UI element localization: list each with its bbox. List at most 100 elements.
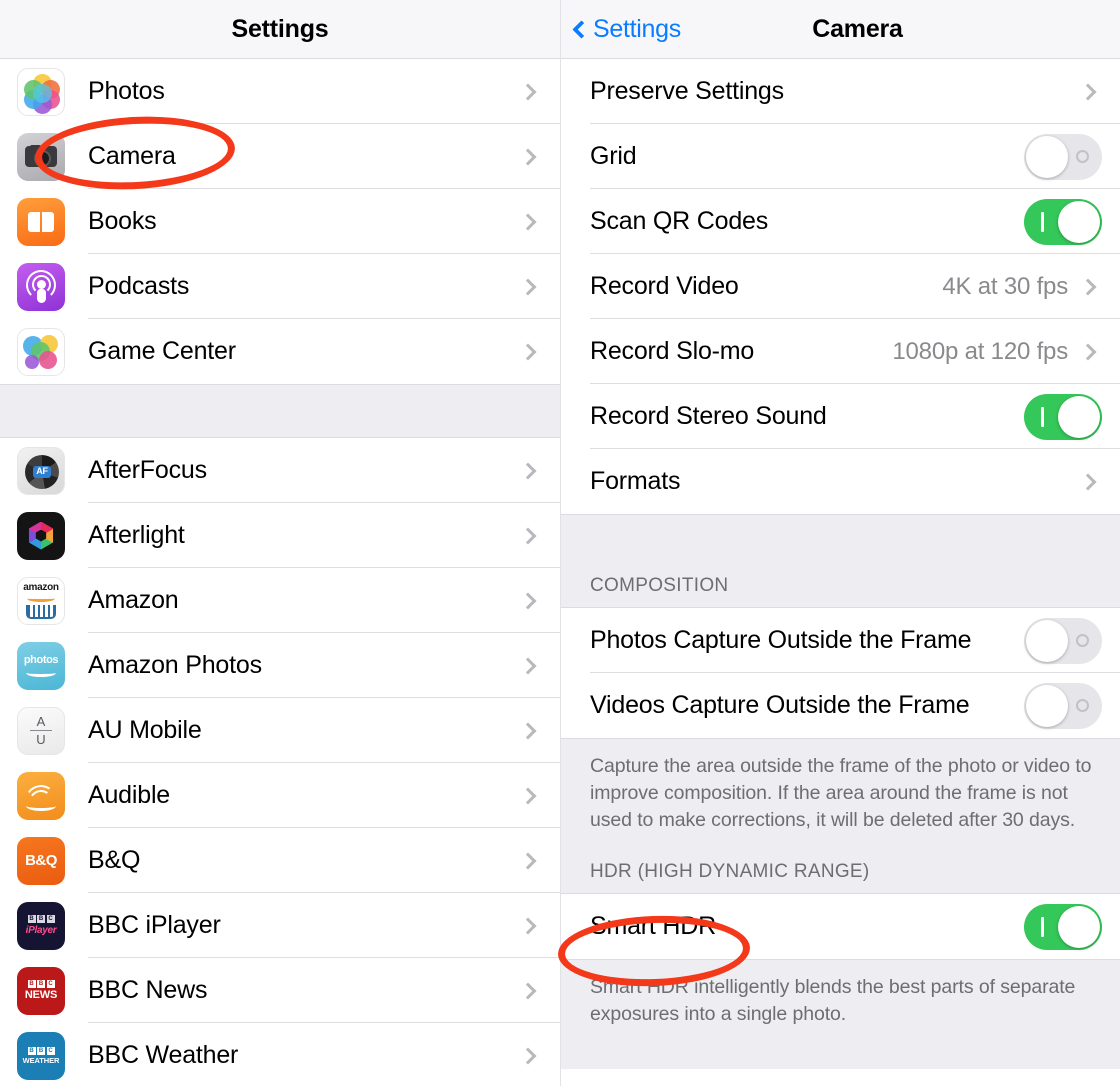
bbc-block-b: B: [27, 915, 36, 923]
back-button-label: Settings: [593, 14, 681, 43]
settings-row-au-mobile[interactable]: A U AU Mobile: [0, 698, 560, 763]
settings-row-label: Record Slo-mo: [590, 337, 755, 365]
amazon-cart-icon: [26, 604, 56, 619]
section-separator: [0, 384, 560, 438]
settings-row-label: Amazon Photos: [88, 651, 262, 679]
settings-row-label: Game Center: [88, 337, 236, 365]
settings-navbar: Settings: [0, 0, 560, 59]
settings-row-afterlight[interactable]: Afterlight: [0, 503, 560, 568]
settings-row-label: Formats: [590, 467, 681, 495]
settings-row-label: BBC Weather: [88, 1041, 239, 1069]
settings-row-label: AU Mobile: [88, 716, 202, 744]
au-top-letter: A: [36, 713, 46, 729]
bbc-blocks-icon: B B C: [27, 980, 55, 988]
chevron-left-icon: [572, 19, 591, 39]
camera-row-preserve-settings[interactable]: Preserve Settings: [561, 59, 1120, 124]
settings-row-game-center[interactable]: Game Center: [0, 319, 560, 384]
bbc-block-b: B: [27, 1046, 36, 1055]
weather-wordmark: WEATHER: [22, 1055, 60, 1065]
chevron-right-icon: [519, 343, 537, 360]
settings-row-audible[interactable]: Audible: [0, 763, 560, 828]
camera-row-photos-capture-outside-frame[interactable]: Photos Capture Outside the Frame: [561, 608, 1120, 673]
composition-section: Photos Capture Outside the Frame Videos …: [561, 608, 1120, 738]
camera-settings-detail-panel: Settings Camera Preserve Settings Grid S…: [560, 0, 1120, 1086]
ios-settings-split-view: Settings Photos Camera Books Podcasts Ga…: [0, 0, 1120, 1086]
toggle-on-marker-icon: [1041, 406, 1044, 427]
chevron-right-icon: [519, 83, 537, 100]
camera-row-smart-hdr[interactable]: Smart HDR: [561, 894, 1120, 959]
camera-row-formats[interactable]: Formats: [561, 449, 1120, 514]
detail-page-title: Camera: [812, 14, 903, 43]
videos-capture-outside-frame-toggle[interactable]: [1024, 682, 1102, 729]
grid-toggle[interactable]: [1024, 133, 1102, 180]
hdr-section: Smart HDR: [561, 894, 1120, 959]
settings-row-amazon-photos[interactable]: photos Amazon Photos: [0, 633, 560, 698]
settings-row-label: BBC iPlayer: [88, 911, 221, 939]
bbc-block-b: B: [27, 980, 36, 988]
hdr-footer-area: Smart HDR intelligently blends the best …: [561, 959, 1120, 1069]
settings-row-bbc-weather[interactable]: B B C WEATHER BBC Weather: [0, 1023, 560, 1086]
settings-row-amazon[interactable]: amazon Amazon: [0, 568, 560, 633]
afterfocus-badge-text: AF: [33, 465, 51, 478]
composition-section-footer: Capture the area outside the frame of th…: [561, 739, 1120, 848]
settings-row-bbc-news[interactable]: B B C NEWS BBC News: [0, 958, 560, 1023]
camera-row-scan-qr-codes[interactable]: Scan QR Codes: [561, 189, 1120, 254]
third-party-apps-list: AF AfterFocus Afterlight amazon Amazon p…: [0, 438, 560, 1086]
settings-row-bbc-iplayer[interactable]: B B C iPlayer BBC iPlayer: [0, 893, 560, 958]
bbc-block-b2: B: [37, 915, 45, 923]
camera-row-grid[interactable]: Grid: [561, 124, 1120, 189]
settings-row-label: Photos Capture Outside the Frame: [590, 626, 972, 654]
settings-row-label: Grid: [590, 142, 637, 170]
hdr-section-header-area: HDR (HIGH DYNAMIC RANGE): [561, 848, 1120, 894]
settings-row-afterfocus[interactable]: AF AfterFocus: [0, 438, 560, 503]
photos-capture-outside-frame-toggle[interactable]: [1024, 617, 1102, 664]
chevron-right-icon: [519, 917, 537, 934]
bq-app-icon: B&Q: [17, 836, 65, 885]
composition-section-header-area: COMPOSITION: [561, 514, 1120, 608]
camera-row-videos-capture-outside-frame[interactable]: Videos Capture Outside the Frame: [561, 673, 1120, 738]
scan-qr-codes-toggle[interactable]: [1024, 198, 1102, 245]
audible-app-icon: [17, 771, 65, 820]
bq-wordmark: B&Q: [25, 852, 57, 869]
bbc-block-b2: B: [37, 1046, 45, 1055]
chevron-right-icon: [519, 592, 537, 609]
amazon-app-icon: amazon: [17, 576, 65, 625]
toggle-off-marker-icon: [1076, 698, 1089, 712]
chevron-right-icon: [519, 148, 537, 165]
camera-navbar: Settings Camera: [561, 0, 1120, 59]
camera-row-record-video[interactable]: Record Video 4K at 30 fps: [561, 254, 1120, 319]
hdr-section-header: HDR (HIGH DYNAMIC RANGE): [561, 848, 1120, 894]
camera-row-record-stereo-sound[interactable]: Record Stereo Sound: [561, 384, 1120, 449]
chevron-right-icon: [519, 982, 537, 999]
game-center-app-icon: [17, 327, 65, 376]
chevron-right-icon: [519, 852, 537, 869]
toggle-knob: [1058, 905, 1100, 948]
settings-row-podcasts[interactable]: Podcasts: [0, 254, 560, 319]
settings-row-label: BBC News: [88, 976, 208, 1004]
settings-master-panel: Settings Photos Camera Books Podcasts Ga…: [0, 0, 560, 1086]
settings-row-label: B&Q: [88, 846, 141, 874]
smart-hdr-toggle[interactable]: [1024, 903, 1102, 950]
bbc-block-b2: B: [37, 980, 45, 988]
settings-row-books[interactable]: Books: [0, 189, 560, 254]
settings-row-bq[interactable]: B&Q B&Q: [0, 828, 560, 893]
afterlight-app-icon: [17, 511, 65, 560]
record-stereo-sound-toggle[interactable]: [1024, 393, 1102, 440]
settings-row-photos[interactable]: Photos: [0, 59, 560, 124]
settings-row-label: Record Stereo Sound: [590, 402, 827, 430]
settings-row-label: Camera: [88, 142, 176, 170]
toggle-on-marker-icon: [1041, 211, 1044, 232]
bbc-iplayer-app-icon: B B C iPlayer: [17, 901, 65, 950]
settings-row-camera[interactable]: Camera: [0, 124, 560, 189]
books-app-icon: [17, 197, 65, 246]
chevron-right-icon: [519, 722, 537, 739]
back-button[interactable]: Settings: [572, 0, 681, 58]
chevron-right-icon: [519, 278, 537, 295]
toggle-off-marker-icon: [1076, 633, 1089, 647]
toggle-off-marker-icon: [1076, 149, 1089, 163]
toggle-knob: [1058, 200, 1100, 243]
bbc-weather-app-icon: B B C WEATHER: [17, 1031, 65, 1080]
camera-row-record-slo-mo[interactable]: Record Slo-mo 1080p at 120 fps: [561, 319, 1120, 384]
chevron-right-icon: [1079, 278, 1097, 295]
toggle-knob: [1026, 684, 1068, 727]
